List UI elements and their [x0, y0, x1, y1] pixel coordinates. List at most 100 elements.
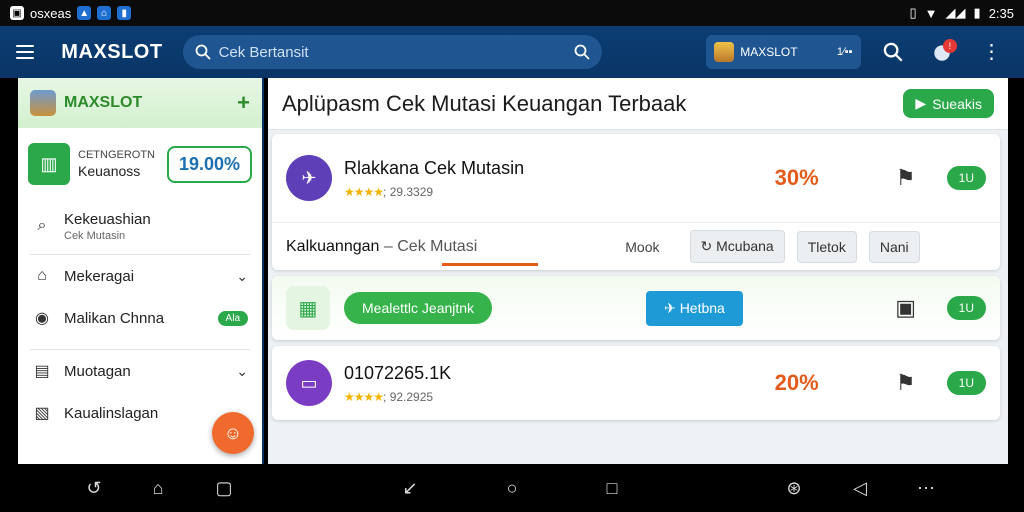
notification-icon: ▲	[77, 6, 92, 20]
promo-blue-button[interactable]: ✈ Hetbna	[646, 290, 743, 326]
status-bar: ▣ osxeas ▲ ⌂ ▮ ▯ ▼ ◢◢ ▮ 2:35	[0, 0, 1024, 26]
list-item[interactable]: ✈ Rlakkana Cek Mutasin ★★★★; 29.3329 30%…	[272, 134, 1000, 222]
rating-stars-icon: ★★★★	[344, 389, 384, 404]
promo-pill-button[interactable]: Mealettlc Jeanjtnk	[344, 292, 493, 324]
balance-card[interactable]: ▥ CETNGEROTN Keuanoss 19.00%	[28, 138, 252, 190]
person-icon: ☺	[223, 422, 243, 443]
search-icon	[195, 44, 211, 60]
item-pill[interactable]: 1U	[946, 371, 986, 395]
add-icon[interactable]: +	[237, 90, 250, 116]
item-pill[interactable]: 1U	[946, 166, 986, 190]
tab-button-tletok[interactable]: Tletok	[796, 230, 857, 263]
notifications-button[interactable]: !	[926, 35, 959, 69]
item-title: 01072265.1K	[344, 362, 452, 383]
account-avatar	[714, 42, 735, 62]
tab-button-mcubana[interactable]: ↻ Mcubana	[689, 230, 785, 263]
account-value: 1∕▪▪	[836, 46, 853, 58]
action-button-label: Sueakis	[932, 95, 982, 112]
vibrate-icon: ▯	[909, 5, 917, 20]
back-triangle-icon[interactable]: ◁	[848, 476, 872, 500]
promo-badge[interactable]: 1U	[946, 296, 986, 320]
app-list-card: ✈ Rlakkana Cek Mutasin ★★★★; 29.3329 30%…	[272, 134, 1000, 270]
system-nav-bar: ↺ ⌂ ▢ ↙ ○ □ ⊛ ◁ ⋯	[0, 464, 1024, 512]
app-icon: ✈	[286, 155, 332, 201]
recents-icon[interactable]: ▢	[212, 476, 236, 500]
sidebar-item-sublabel: Cek Mutasin	[64, 229, 126, 242]
sidebar-item-label: Kaualinslagan	[64, 404, 159, 422]
promo-row: ▦ Mealettlc Jeanjtnk ✈ Hetbna ▣ 1U	[272, 276, 1000, 340]
account-chip[interactable]: MAXSLOT 1∕▪▪	[706, 35, 861, 69]
page-title: Aplüpasm Cek Mutasi Keuangan Terbaak	[282, 90, 687, 116]
tab-button-label: Mcubana	[716, 238, 774, 254]
sidebar-item-label: Malikan Chnna	[64, 309, 165, 327]
sidebar-item-mekeragai[interactable]: ⌂ Mekeragai ⌄	[18, 255, 262, 297]
sidebar-header: MAXSLOT +	[18, 78, 262, 128]
notification-badge: !	[942, 39, 957, 53]
refresh-icon: ↻	[700, 238, 713, 254]
tab-separator: –	[383, 237, 393, 255]
recents-icon[interactable]: □	[600, 476, 624, 500]
brand-title: MAXSLOT	[61, 40, 163, 63]
wifi-icon: ▼	[924, 5, 938, 21]
more-horiz-icon[interactable]: ⋯	[914, 476, 938, 500]
sidebar-item-muotagan[interactable]: ▤ Muotagan ⌄	[18, 350, 262, 392]
item-title: Rlakkana Cek Mutasin	[344, 157, 525, 178]
tab-label: Cek Mutasi	[397, 237, 478, 255]
notification-icon: ⌂	[97, 6, 112, 20]
chevron-down-icon: ⌄	[236, 362, 248, 379]
status-time: 2:35	[988, 5, 1014, 21]
promo-button-label: Hetbna	[679, 299, 725, 316]
menu-icon[interactable]	[16, 38, 43, 66]
document-icon: ▧	[34, 405, 50, 422]
user-icon: ◉	[35, 310, 49, 327]
notification-icon: ▮	[117, 6, 132, 20]
signal-icon: ◢◢	[945, 5, 966, 20]
tab-button-nani[interactable]: Nani	[868, 230, 920, 263]
person-run-icon[interactable]: ⚑	[891, 370, 921, 396]
card-icon: ▭	[286, 360, 332, 406]
more-options-button[interactable]: ⋮	[975, 35, 1008, 69]
calendar-icon: ▤	[34, 363, 50, 380]
settings-icon[interactable]: ⊛	[782, 476, 806, 500]
list-item[interactable]: ▭ 01072265.1K ★★★★; 92.2925 20% ⚑ 1U	[272, 346, 1000, 420]
thumb-icon: ▶	[915, 95, 927, 111]
item-rating: ; 29.3329	[383, 184, 434, 199]
app-list-card: ▭ 01072265.1K ★★★★; 92.2925 20% ⚑ 1U	[272, 346, 1000, 420]
home-icon[interactable]: ⌂	[146, 476, 170, 500]
sidebar: MAXSLOT + ▥ CETNGEROTN Keuanoss 19.00% ⌕…	[18, 78, 264, 464]
tab-keuangan[interactable]: Kalkuanngan – Cek Mutasi	[286, 238, 477, 256]
wallet-icon: ▥	[28, 143, 70, 185]
action-button[interactable]: ▶ Sueakis	[903, 89, 994, 118]
rotate-back-icon[interactable]: ↺	[82, 476, 106, 500]
tab-bar: Kalkuanngan – Cek Mutasi Mook ↻ Mcubana …	[272, 222, 1000, 270]
more-vert-icon: ⋮	[981, 41, 1002, 63]
sidebar-item-keuangan[interactable]: ⌕ Kekeuashian Cek Mutasin	[18, 198, 262, 254]
chevron-down-icon: ⌄	[236, 267, 248, 284]
card-percent: 19.00%	[166, 145, 252, 183]
sidebar-brand: MAXSLOT	[64, 94, 143, 111]
item-percent: 20%	[774, 370, 819, 395]
search-input[interactable]	[218, 43, 575, 61]
rating-stars-icon: ★★★★	[344, 184, 384, 199]
card-line2: Keuanoss	[78, 163, 141, 180]
clipboard-icon[interactable]: ▣	[891, 295, 921, 321]
main-header: Aplüpasm Cek Mutasi Keuangan Terbaak ▶ S…	[268, 78, 1008, 130]
search-icon: ⌕	[37, 217, 47, 234]
sidebar-item-malikan[interactable]: ◉ Malikan Chnna Ala	[18, 297, 262, 339]
search-button[interactable]	[877, 35, 910, 69]
sidebar-item-badge: Ala	[217, 310, 248, 326]
search-submit-icon[interactable]	[574, 44, 590, 60]
sidebar-item-label: Mekeragai	[64, 267, 135, 285]
bank-icon: ⌂	[37, 267, 47, 284]
basket-icon: ▦	[286, 286, 330, 330]
main-content: Aplüpasm Cek Mutasi Keuangan Terbaak ▶ S…	[268, 78, 1008, 464]
tab-mook[interactable]: Mook	[625, 239, 659, 255]
person-run-icon[interactable]: ⚑	[891, 165, 921, 191]
profile-fab-button[interactable]: ☺	[212, 412, 254, 454]
search-icon	[883, 42, 903, 62]
tab-label: Kalkuanngan	[286, 237, 380, 255]
sidebar-item-label: Muotagan	[64, 362, 131, 380]
back-icon[interactable]: ↙	[398, 476, 422, 500]
home-circle-icon[interactable]: ○	[500, 476, 524, 500]
search-bar[interactable]	[182, 35, 603, 69]
